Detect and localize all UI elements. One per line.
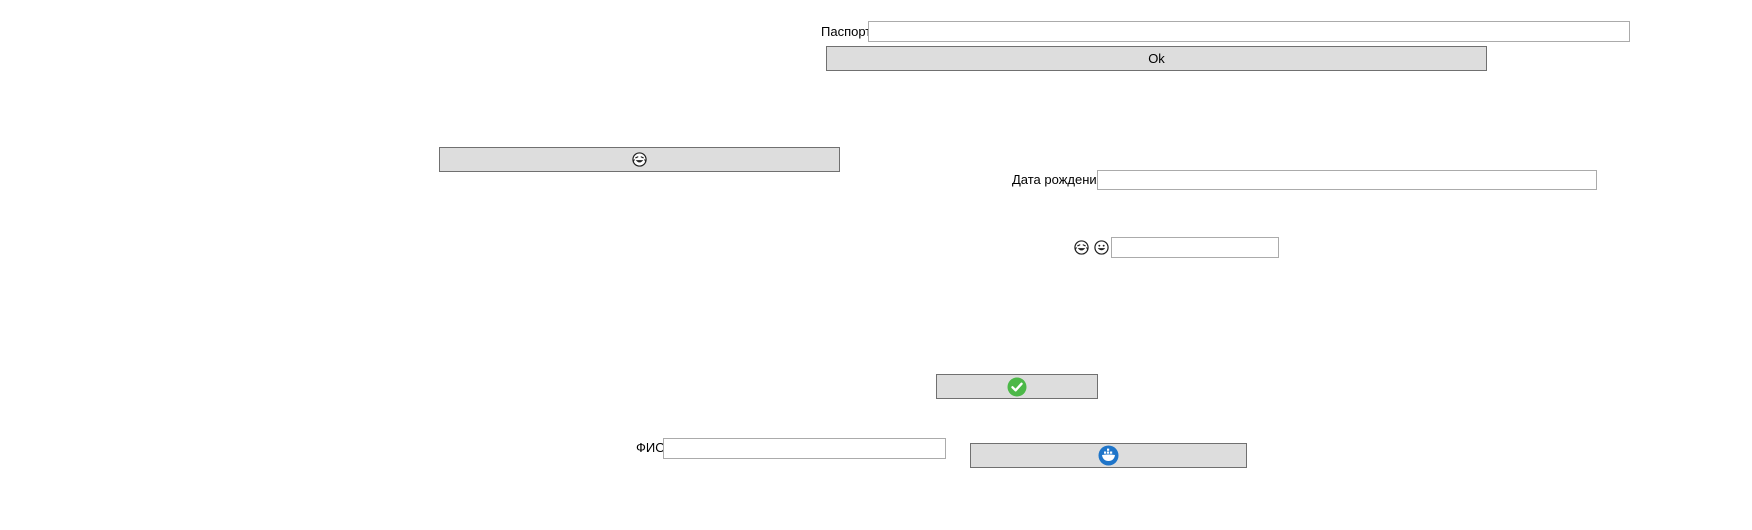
laugh-emoji-button[interactable] xyxy=(439,147,840,172)
passport-label: Паспорт xyxy=(821,24,872,39)
birth-date-input[interactable] xyxy=(1097,170,1597,190)
checkmark-icon xyxy=(1007,377,1027,397)
laughing-face-icon xyxy=(1074,240,1089,255)
emoji-input[interactable] xyxy=(1111,237,1279,258)
grinning-face-icon xyxy=(1094,240,1109,255)
ok-button[interactable]: Ok xyxy=(826,46,1487,71)
blue-whale-badge-icon xyxy=(1098,445,1119,466)
laughing-face-icon xyxy=(632,152,647,167)
confirm-button[interactable] xyxy=(936,374,1098,399)
docker-button[interactable] xyxy=(970,443,1247,468)
fio-label: ФИО xyxy=(636,440,666,455)
birth-date-label: Дата рождения xyxy=(1012,172,1104,187)
ok-button-label: Ok xyxy=(1148,51,1165,66)
passport-input[interactable] xyxy=(868,21,1630,42)
fio-input[interactable] xyxy=(663,438,946,459)
